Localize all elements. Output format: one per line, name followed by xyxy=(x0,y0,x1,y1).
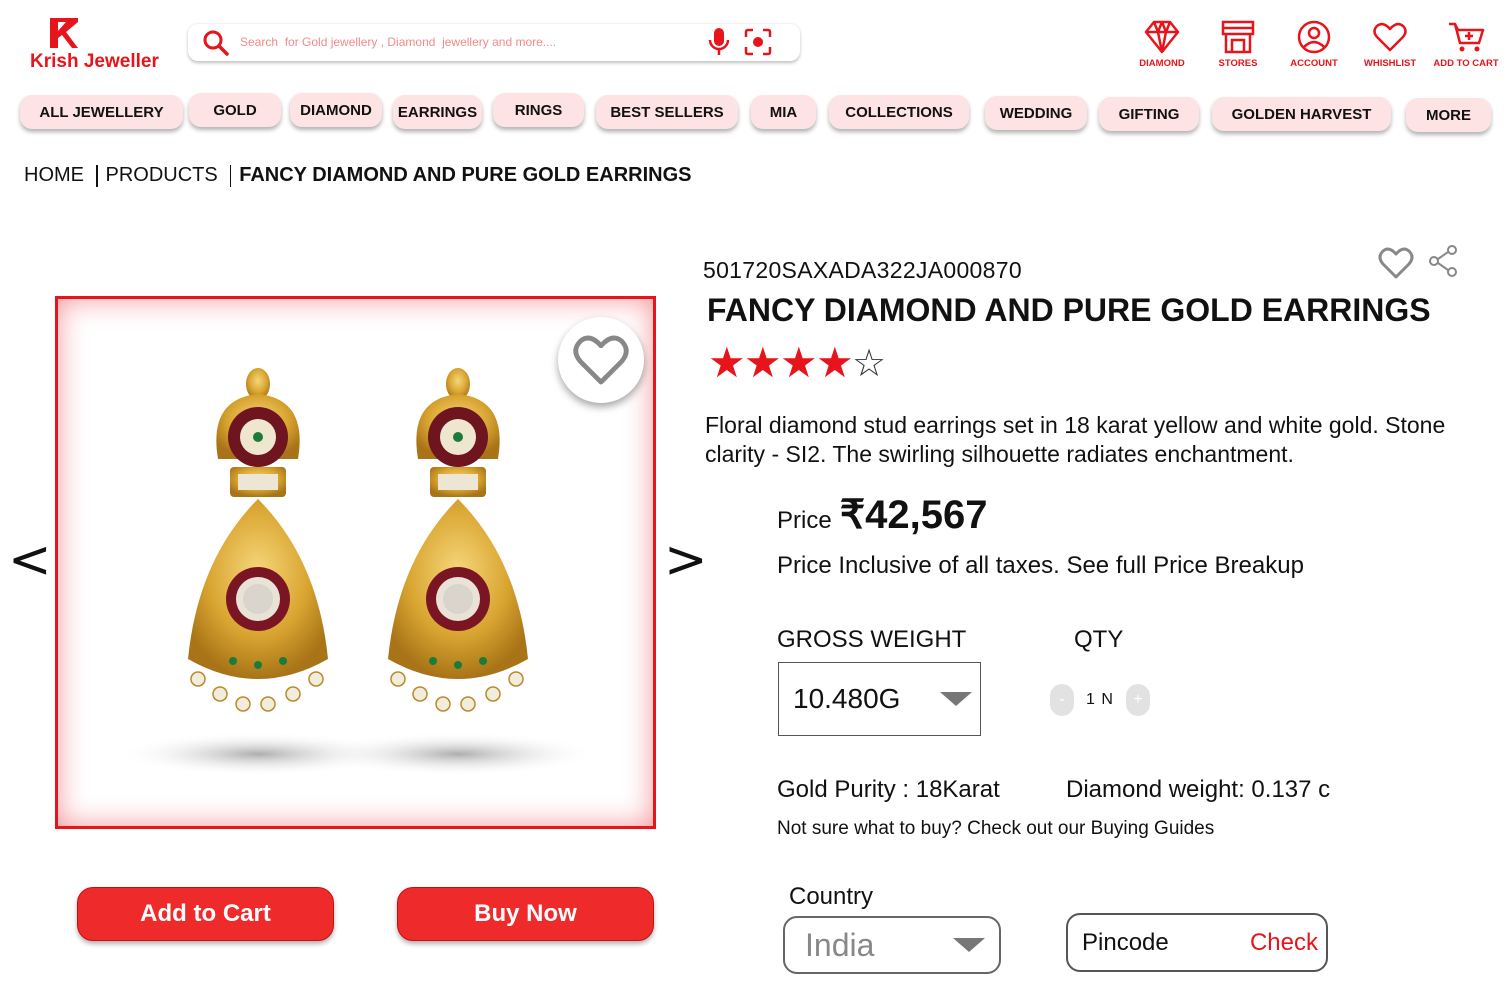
qty-increase-button[interactable]: + xyxy=(1126,684,1150,716)
star-filled-icon: ★ xyxy=(780,338,818,387)
nav-best-sellers[interactable]: BEST SELLERS xyxy=(596,95,738,129)
search-icon[interactable] xyxy=(202,29,230,57)
star-filled-icon: ★ xyxy=(708,338,746,387)
gallery-wishlist-button[interactable] xyxy=(558,317,644,403)
breadcrumb-current: FANCY DIAMOND AND PURE GOLD EARRINGS xyxy=(239,164,692,186)
buying-guides-link[interactable]: Not sure what to buy? Check out our Buyi… xyxy=(777,818,1214,840)
breadcrumb: HOME PRODUCTS FANCY DIAMOND AND PURE GOL… xyxy=(24,164,691,187)
account-icon xyxy=(1297,20,1331,54)
nav-rings[interactable]: RINGS xyxy=(493,93,584,127)
brand-logo[interactable]: Krish Jeweller xyxy=(28,18,178,78)
rating-stars: ★ ★ ★ ★ ☆ xyxy=(708,340,888,386)
price-breakup-link[interactable]: Price Inclusive of all taxes. See full P… xyxy=(777,552,1304,580)
gallery-next-button[interactable]: > xyxy=(664,530,708,590)
diamond-label: DIAMOND xyxy=(1139,58,1185,69)
brand-name: Krish Jeweller xyxy=(30,51,159,72)
product-title: FANCY DIAMOND AND PURE GOLD EARRINGS xyxy=(707,292,1431,328)
nav-gifting[interactable]: GIFTING xyxy=(1099,97,1199,131)
breadcrumb-home[interactable]: HOME xyxy=(24,164,84,187)
wishlist-label: WHISHLIST xyxy=(1363,58,1417,69)
price-label: Price xyxy=(777,507,832,534)
nav-golden-harvest[interactable]: GOLDEN HARVEST xyxy=(1212,97,1391,131)
gallery-prev-button[interactable]: < xyxy=(8,530,52,590)
country-select[interactable]: India xyxy=(783,916,1001,974)
nav-wedding[interactable]: WEDDING xyxy=(985,96,1087,130)
chevron-down-icon xyxy=(953,938,985,952)
product-sku: 501720SAXADA322JA000870 xyxy=(703,257,1022,283)
heart-icon[interactable] xyxy=(1376,244,1416,282)
country-value: India xyxy=(805,926,875,963)
breadcrumb-products[interactable]: PRODUCTS xyxy=(106,164,218,187)
heart-icon xyxy=(573,335,629,385)
breadcrumb-separator xyxy=(229,164,232,187)
pincode-field: Check xyxy=(1066,913,1328,972)
account-label: ACCOUNT xyxy=(1290,58,1338,69)
store-icon xyxy=(1221,20,1255,54)
nav-earrings[interactable]: EARRINGS xyxy=(393,95,482,129)
nav-gold[interactable]: GOLD xyxy=(189,93,281,127)
star-filled-icon: ★ xyxy=(816,338,854,387)
pincode-check-button[interactable]: Check xyxy=(1250,929,1318,957)
cart-link[interactable]: ADD TO CART xyxy=(1428,18,1504,69)
price-value: ₹42,567 xyxy=(839,493,988,537)
product-image-gallery[interactable] xyxy=(55,296,656,829)
cart-add-icon xyxy=(1449,22,1485,52)
stores-label: STORES xyxy=(1218,58,1258,69)
logo-mark-icon xyxy=(50,18,78,48)
chevron-down-icon xyxy=(940,692,972,706)
search-input[interactable] xyxy=(240,31,680,53)
diamond-icon xyxy=(1144,20,1180,54)
buy-now-button[interactable]: Buy Now xyxy=(397,887,654,941)
nav-mia[interactable]: MIA xyxy=(751,95,816,129)
gross-weight-value: 10.480G xyxy=(793,683,901,714)
star-empty-icon: ☆ xyxy=(852,341,887,385)
gross-weight-label: GROSS WEIGHT xyxy=(777,626,967,653)
camera-scan-icon[interactable] xyxy=(744,28,772,56)
diamond-link[interactable]: DIAMOND xyxy=(1124,18,1200,69)
stores-link[interactable]: STORES xyxy=(1200,18,1276,69)
qty-label: QTY xyxy=(1074,626,1124,653)
nav-diamond[interactable]: DIAMOND xyxy=(290,93,382,127)
wishlist-link[interactable]: WHISHLIST xyxy=(1352,18,1428,69)
header-actions: DIAMOND STORES ACCOUNT WHISHLIST ADD TO … xyxy=(1124,18,1504,69)
gold-purity: Gold Purity : 18Karat xyxy=(777,776,1000,803)
breadcrumb-separator xyxy=(96,164,98,187)
nav-collections[interactable]: COLLECTIONS xyxy=(829,95,969,129)
diamond-weight: Diamond weight: 0.137 c xyxy=(1066,776,1331,803)
gross-weight-select[interactable]: 10.480G xyxy=(778,662,981,736)
qty-decrease-button[interactable]: - xyxy=(1050,684,1074,716)
cart-label: ADD TO CART xyxy=(1433,58,1499,69)
nav-more[interactable]: MORE xyxy=(1406,98,1491,132)
country-label: Country xyxy=(789,883,874,910)
account-link[interactable]: ACCOUNT xyxy=(1276,18,1352,69)
share-icon[interactable] xyxy=(1428,245,1458,277)
price-row: Price ₹42,567 xyxy=(777,492,987,538)
search-bar xyxy=(188,23,800,61)
product-description: Floral diamond stud earrings set in 18 k… xyxy=(705,412,1446,467)
heart-icon xyxy=(1373,22,1407,52)
quantity-stepper: - 1 N + xyxy=(1050,684,1150,716)
pincode-input[interactable] xyxy=(1082,928,1232,957)
microphone-icon[interactable] xyxy=(706,27,732,57)
qty-value: 1 N xyxy=(1086,691,1114,708)
add-to-cart-button[interactable]: Add to Cart xyxy=(77,887,334,941)
star-filled-icon: ★ xyxy=(744,338,782,387)
nav-all-jewellery[interactable]: ALL JEWELLERY xyxy=(20,95,183,129)
